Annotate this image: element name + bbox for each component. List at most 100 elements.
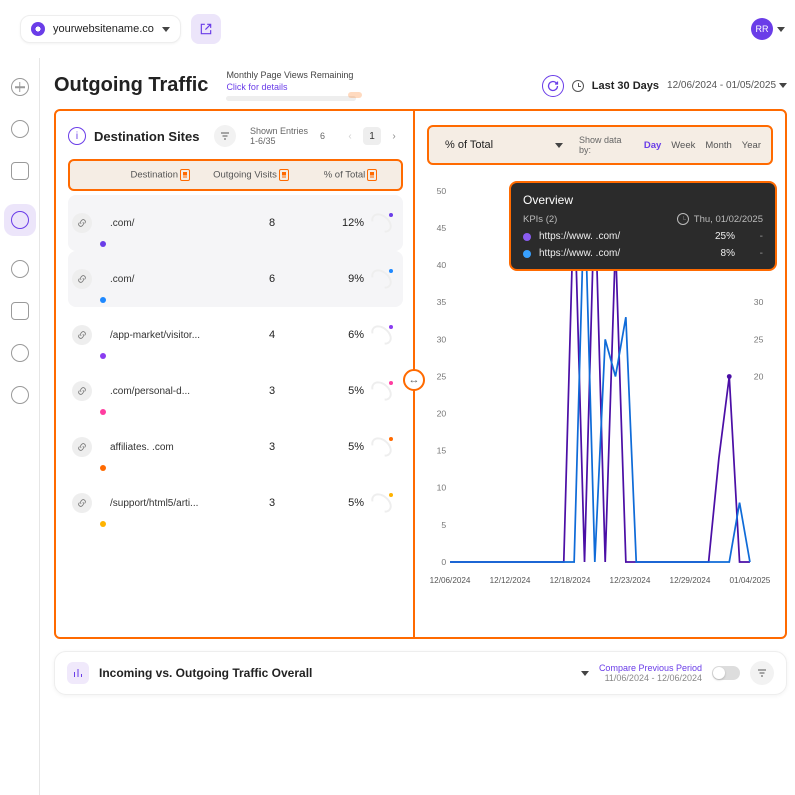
site-name: yourwebsitename.co: [53, 23, 154, 35]
rail-item-2[interactable]: [11, 162, 29, 180]
link-icon: [72, 381, 92, 401]
rail-item-7[interactable]: [11, 386, 29, 404]
date-range-picker[interactable]: 12/06/2024 - 01/05/2025: [667, 80, 787, 91]
site-selector[interactable]: yourwebsitename.co: [20, 15, 181, 43]
bar-chart-icon: [67, 662, 89, 684]
destination-cell: .com/: [110, 218, 226, 229]
sort-icon[interactable]: [279, 169, 289, 181]
traffic-panel: ↔ i Destination Sites Shown Entries 1-6/…: [54, 109, 787, 639]
destination-cell: /app-market/visitor...: [110, 330, 226, 341]
tooltip-kpi-label: KPIs (2): [523, 214, 557, 225]
show-by-label: Show data by:: [579, 135, 634, 155]
destination-table-pane: i Destination Sites Shown Entries 1-6/35…: [56, 111, 413, 637]
svg-text:5: 5: [441, 520, 446, 530]
svg-text:12/18/2024: 12/18/2024: [550, 577, 591, 586]
info-icon[interactable]: i: [68, 127, 86, 145]
col-destination[interactable]: Destination: [130, 170, 178, 181]
compare-toggle[interactable]: [712, 666, 740, 680]
granularity-year[interactable]: Year: [742, 140, 761, 151]
incoming-outgoing-card: Incoming vs. Outgoing Traffic Overall Co…: [54, 651, 787, 695]
quota-line2: Click for details: [226, 82, 356, 94]
table-row[interactable]: /support/html5/arti...35%: [68, 475, 403, 531]
card-settings-button[interactable]: [750, 661, 774, 685]
svg-text:0: 0: [441, 557, 446, 567]
granularity-week[interactable]: Week: [671, 140, 695, 151]
pager-prev[interactable]: ‹: [341, 127, 359, 145]
sparkline: [364, 269, 399, 289]
visits-cell: 3: [226, 385, 318, 397]
link-icon: [72, 325, 92, 345]
sort-icon[interactable]: [367, 169, 377, 181]
main-content: Outgoing Traffic Monthly Page Views Rema…: [40, 58, 795, 795]
refresh-button[interactable]: [542, 75, 564, 97]
svg-text:12/06/2024: 12/06/2024: [430, 577, 471, 586]
pager-current: 1: [363, 127, 381, 145]
svg-text:15: 15: [437, 446, 447, 456]
chart-pane: % of Total Show data by: Day Week Month Yea…: [413, 111, 785, 637]
rail-add-icon[interactable]: [11, 78, 29, 96]
chevron-down-icon: [162, 27, 170, 32]
page-title: Outgoing Traffic: [54, 74, 208, 97]
sparkline: [364, 493, 399, 513]
filter-button[interactable]: [214, 125, 236, 147]
table-header-row: Destination Outgoing Visits % of Total: [68, 159, 403, 191]
series-dot: [100, 465, 106, 471]
destination-cell: /support/html5/arti...: [110, 498, 226, 509]
table-row[interactable]: .com/personal-d...35%: [68, 363, 403, 419]
rail-item-6[interactable]: [11, 344, 29, 362]
visits-cell: 4: [226, 329, 318, 341]
date-range-text: 12/06/2024 - 01/05/2025: [667, 80, 776, 91]
svg-text:30: 30: [437, 335, 447, 345]
svg-text:12/29/2024: 12/29/2024: [670, 577, 711, 586]
side-rail: [0, 58, 40, 795]
pct-cell: 5%: [318, 385, 364, 397]
link-icon: [72, 213, 92, 233]
avatar: RR: [751, 18, 773, 40]
table-row[interactable]: /app-market/visitor...46%: [68, 307, 403, 363]
table-row[interactable]: affiliates. .com35%: [68, 419, 403, 475]
svg-text:25: 25: [437, 372, 447, 382]
chevron-down-icon: [779, 83, 787, 88]
svg-text:50: 50: [437, 186, 447, 196]
chevron-down-icon[interactable]: [581, 671, 589, 676]
granularity-day[interactable]: Day: [644, 140, 661, 151]
sparkline: [364, 213, 399, 233]
compare-period: Compare Previous Period 11/06/2024 - 12/…: [599, 663, 702, 685]
svg-text:01/04/2025: 01/04/2025: [730, 577, 771, 586]
open-external-button[interactable]: [191, 14, 221, 44]
metric-select[interactable]: % of Total: [439, 135, 569, 155]
entries-info: Shown Entries 1-6/35: [250, 126, 308, 148]
rail-item-5[interactable]: [11, 302, 29, 320]
sort-icon[interactable]: [180, 169, 190, 181]
sparkline: [364, 437, 399, 457]
visits-cell: 6: [226, 273, 318, 285]
quota-block[interactable]: Monthly Page Views Remaining Click for d…: [226, 70, 356, 101]
rail-item-4[interactable]: [11, 260, 29, 278]
granularity-month[interactable]: Month: [705, 140, 731, 151]
link-icon: [72, 269, 92, 289]
col-visits[interactable]: Outgoing Visits: [213, 170, 277, 181]
card2-title: Incoming vs. Outgoing Traffic Overall: [99, 666, 312, 680]
chevron-down-icon: [777, 27, 785, 32]
rail-item-1[interactable]: [11, 120, 29, 138]
svg-text:25: 25: [754, 335, 764, 345]
destination-cell: affiliates. .com: [110, 442, 226, 453]
svg-text:12/12/2024: 12/12/2024: [490, 577, 531, 586]
table-row[interactable]: .com/812%: [68, 195, 403, 251]
rail-item-active[interactable]: [4, 204, 36, 236]
pager-next[interactable]: ›: [385, 127, 403, 145]
chart-toolbar: % of Total Show data by: Day Week Month Yea…: [427, 125, 773, 165]
series-dot: [100, 353, 106, 359]
visits-cell: 3: [226, 441, 318, 453]
account-menu[interactable]: RR: [751, 18, 785, 40]
chart-tooltip: Overview KPIs (2) Thu, 01/02/2025 https:…: [509, 181, 777, 271]
visits-cell: 8: [226, 217, 318, 229]
svg-text:40: 40: [437, 260, 447, 270]
entries-total: 6: [320, 131, 325, 142]
col-pct[interactable]: % of Total: [324, 170, 366, 181]
tooltip-date: Thu, 01/02/2025: [694, 214, 763, 225]
metric-label: % of Total: [445, 139, 493, 151]
table-row[interactable]: .com/69%: [68, 251, 403, 307]
pct-cell: 12%: [318, 217, 364, 229]
destination-table: .com/812%.com/69%/app-market/visitor...4…: [68, 195, 403, 531]
